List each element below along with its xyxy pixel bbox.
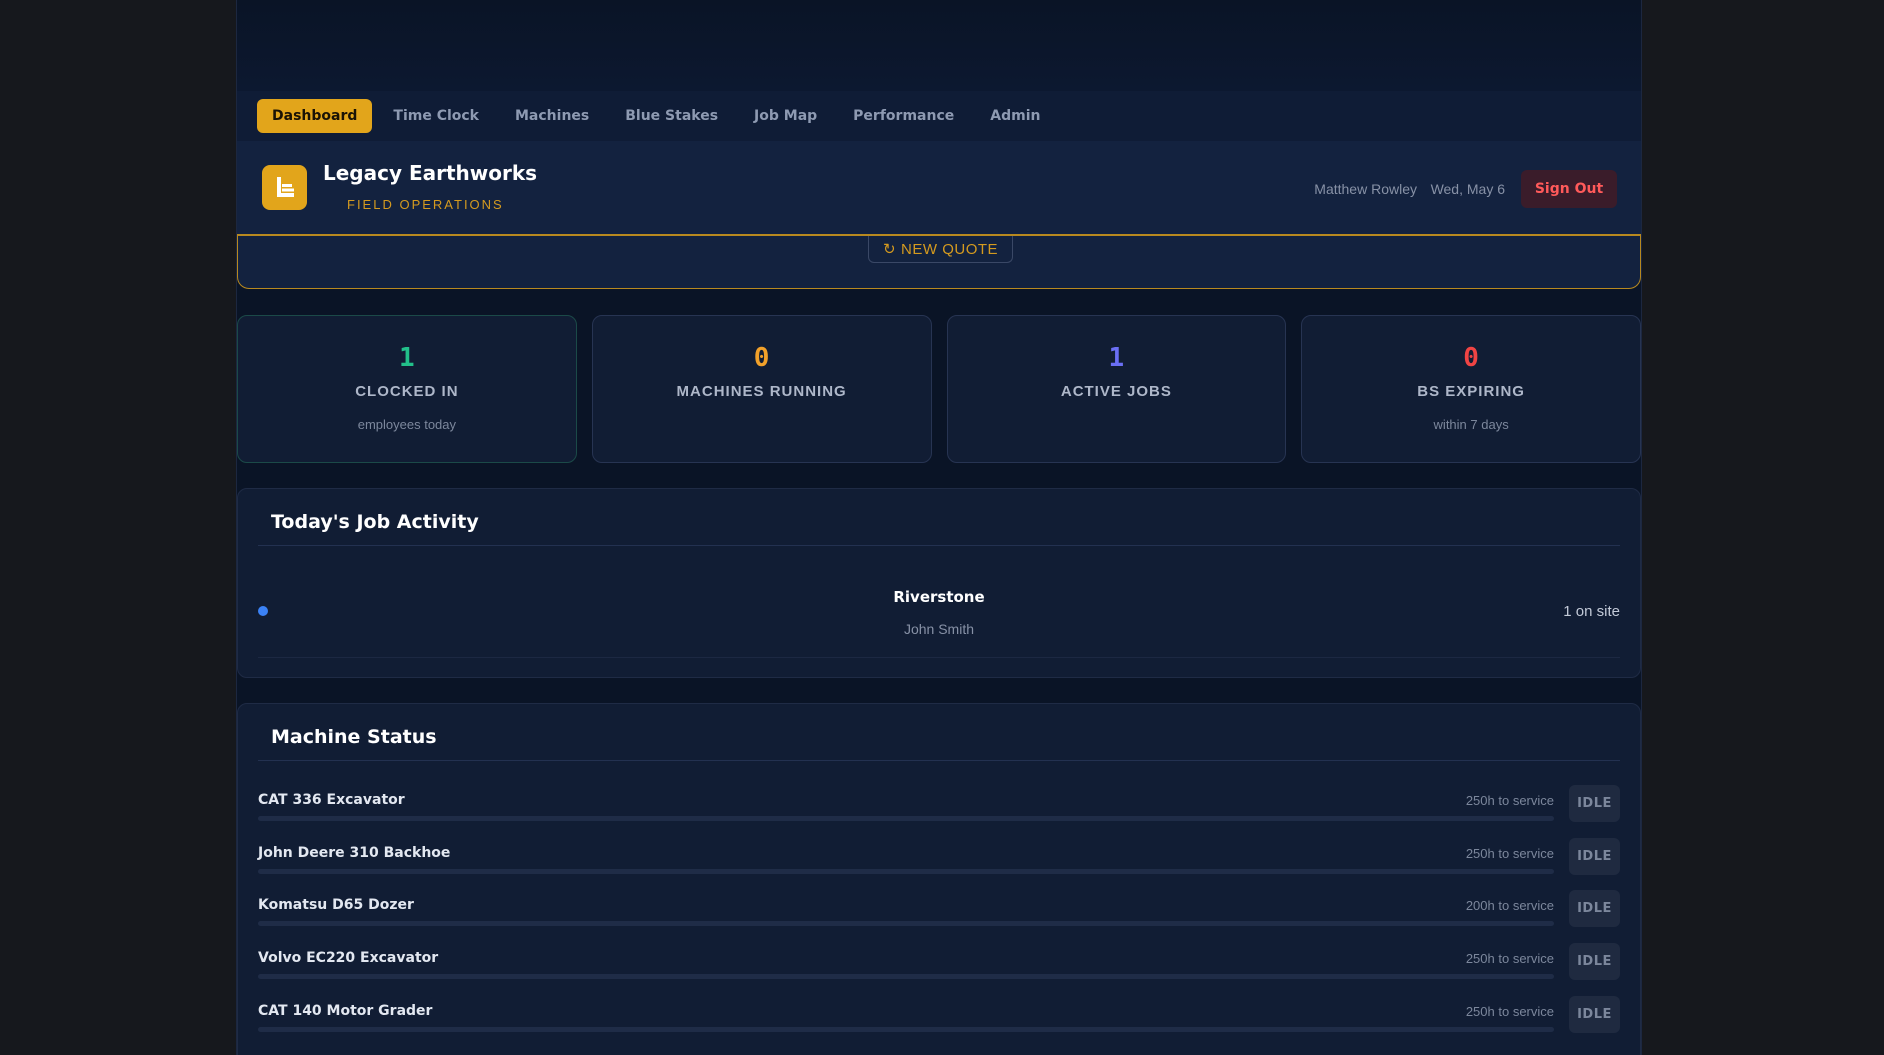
user-name: Matthew Rowley bbox=[1314, 181, 1417, 197]
new-quote-label: NEW QUOTE bbox=[901, 240, 999, 258]
app-window: Dashboard Time Clock Machines Blue Stake… bbox=[236, 0, 1642, 1055]
job-activity-panel: Today's Job Activity Riverstone John Smi… bbox=[237, 488, 1641, 678]
tab-time-clock[interactable]: Time Clock bbox=[378, 99, 494, 133]
brand-name: Legacy Earthworks bbox=[323, 161, 538, 185]
divider bbox=[258, 657, 1620, 658]
tab-dashboard[interactable]: Dashboard bbox=[257, 99, 373, 133]
panel-title: Today's Job Activity bbox=[271, 511, 479, 533]
machine-name: John Deere 310 Backhoe bbox=[258, 845, 451, 861]
stat-card-machines-running[interactable]: 0 MACHINES RUNNING bbox=[591, 315, 932, 463]
machine-name: CAT 140 Motor Grader bbox=[258, 1003, 433, 1019]
machine-row[interactable]: CAT 336 Excavator 250h to service IDLE bbox=[258, 785, 1620, 829]
machine-service: 250h to service bbox=[1465, 793, 1554, 808]
service-progress-bar bbox=[258, 1027, 1554, 1032]
app-header: Legacy Earthworks FIELD OPERATIONS Matth… bbox=[237, 141, 1641, 236]
status-badge: IDLE bbox=[1569, 890, 1620, 927]
status-badge: IDLE bbox=[1569, 785, 1620, 822]
machine-service: 200h to service bbox=[1465, 898, 1554, 913]
stat-label: CLOCKED IN bbox=[355, 383, 459, 400]
machine-row[interactable]: John Deere 310 Backhoe 250h to service I… bbox=[258, 838, 1620, 882]
machine-name: Volvo EC220 Excavator bbox=[258, 950, 439, 966]
brand-logo-icon bbox=[262, 165, 307, 210]
machine-status-panel: Machine Status CAT 336 Excavator 250h to… bbox=[237, 703, 1641, 1055]
service-progress-bar bbox=[258, 921, 1554, 926]
stat-label: MACHINES RUNNING bbox=[676, 383, 847, 400]
job-name: Riverstone bbox=[893, 588, 985, 606]
machine-row[interactable]: CAT 140 Motor Grader 250h to service IDL… bbox=[258, 996, 1620, 1040]
stat-sub: employees today bbox=[357, 417, 457, 432]
machine-row[interactable]: Komatsu D65 Dozer 200h to service IDLE bbox=[258, 890, 1620, 934]
current-date: Wed, May 6 bbox=[1430, 181, 1505, 197]
service-progress-bar bbox=[258, 869, 1554, 874]
stat-label: ACTIVE JOBS bbox=[1060, 383, 1172, 400]
stat-card-active-jobs[interactable]: 1 ACTIVE JOBS bbox=[946, 315, 1287, 463]
divider bbox=[258, 545, 1620, 546]
tab-machines[interactable]: Machines bbox=[500, 99, 604, 133]
tab-admin[interactable]: Admin bbox=[975, 99, 1055, 133]
machine-service: 250h to service bbox=[1465, 846, 1554, 861]
service-progress-bar bbox=[258, 816, 1554, 821]
divider bbox=[258, 760, 1620, 761]
status-badge: IDLE bbox=[1569, 996, 1620, 1033]
tab-performance[interactable]: Performance bbox=[838, 99, 969, 133]
job-person: John Smith bbox=[903, 621, 975, 637]
refresh-icon: ↻ bbox=[882, 241, 897, 258]
machine-service: 250h to service bbox=[1465, 951, 1554, 966]
machine-name: Komatsu D65 Dozer bbox=[258, 897, 414, 913]
stat-card-bs-expiring[interactable]: 0 BS EXPIRING within 7 days bbox=[1301, 315, 1641, 463]
new-quote-button[interactable]: ↻ NEW QUOTE bbox=[868, 236, 1013, 263]
top-band bbox=[237, 0, 1641, 91]
stat-value: 1 bbox=[1108, 343, 1125, 373]
service-progress-bar bbox=[258, 974, 1554, 979]
job-status-dot bbox=[258, 606, 268, 616]
stat-value: 0 bbox=[753, 343, 770, 373]
quote-banner: ↻ NEW QUOTE bbox=[237, 236, 1641, 289]
stat-sub: within 7 days bbox=[1433, 417, 1509, 432]
tab-job-map[interactable]: Job Map bbox=[739, 99, 832, 133]
machine-service: 250h to service bbox=[1465, 1004, 1554, 1019]
stat-card-clocked-in[interactable]: 1 CLOCKED IN employees today bbox=[237, 315, 577, 463]
brand-subtitle: FIELD OPERATIONS bbox=[347, 197, 504, 212]
job-on-site-count: 1 on site bbox=[1563, 603, 1620, 620]
stat-label: BS EXPIRING bbox=[1417, 383, 1525, 400]
tab-blue-stakes[interactable]: Blue Stakes bbox=[610, 99, 733, 133]
status-badge: IDLE bbox=[1569, 838, 1620, 875]
panel-title: Machine Status bbox=[271, 726, 437, 748]
stat-value: 0 bbox=[1463, 343, 1479, 373]
machine-name: CAT 336 Excavator bbox=[258, 792, 405, 808]
stat-value: 1 bbox=[399, 343, 415, 373]
machine-row[interactable]: Volvo EC220 Excavator 250h to service ID… bbox=[258, 943, 1620, 987]
sign-out-button[interactable]: Sign Out bbox=[1521, 170, 1617, 208]
status-badge: IDLE bbox=[1569, 943, 1620, 980]
main-nav: Dashboard Time Clock Machines Blue Stake… bbox=[237, 91, 1641, 141]
stats-row: 1 CLOCKED IN employees today 0 MACHINES … bbox=[237, 315, 1641, 463]
